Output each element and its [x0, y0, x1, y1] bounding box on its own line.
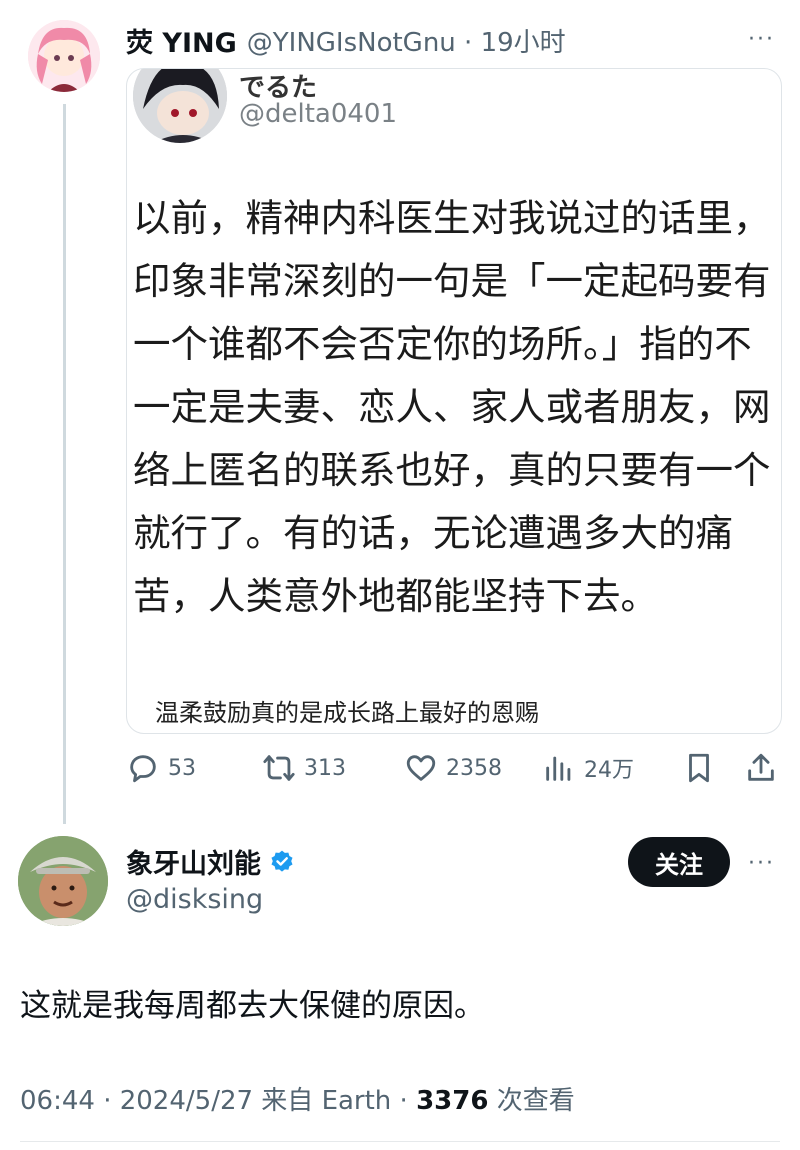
- verified-icon: [271, 850, 293, 872]
- like-count: 2358: [446, 755, 502, 781]
- tweet-timestamp-source[interactable]: 06:44 · 2024/5/27 来自 Earth ·: [20, 1086, 416, 1116]
- views-count: 24万: [584, 758, 634, 783]
- follow-button[interactable]: 关注: [628, 837, 730, 887]
- share-button[interactable]: [744, 746, 778, 790]
- share-icon: [748, 753, 774, 781]
- thread-line: [63, 104, 66, 824]
- parent-tweet-header: 荧 YING @YINGIsNotGnu · 19小时: [126, 20, 566, 60]
- embedded-caption: 温柔鼓励真的是成长路上最好的恩赐: [155, 699, 539, 727]
- reply-button[interactable]: 53: [126, 746, 196, 790]
- views-icon: [546, 756, 571, 781]
- main-display-name[interactable]: 象牙山刘能: [126, 842, 261, 881]
- parent-handle-time[interactable]: @YINGIsNotGnu · 19小时: [247, 22, 566, 59]
- more-icon[interactable]: ···: [748, 27, 775, 52]
- view-suffix: 次查看: [488, 1086, 575, 1116]
- reply-count: 53: [168, 755, 196, 781]
- avatar[interactable]: [18, 836, 108, 926]
- main-tweet-text: 这就是我每周都去大保健的原因。: [20, 988, 485, 1024]
- reply-icon: [130, 755, 156, 783]
- avatar[interactable]: [28, 20, 100, 92]
- embedded-tweet-text: 以前，精神内科医生对我说过的话里，印象非常深刻的一句是「一定起码要有一个谁都不会…: [133, 196, 771, 618]
- retweet-button[interactable]: 313: [262, 746, 346, 790]
- embedded-avatar: [133, 69, 227, 143]
- bookmark-button[interactable]: [682, 746, 716, 790]
- view-count: 3376: [416, 1086, 489, 1116]
- parent-display-name[interactable]: 荧 YING: [126, 21, 237, 60]
- views-button[interactable]: 24万: [542, 746, 634, 790]
- embedded-screenshot[interactable]: でるた @delta0401 以前，精神内科医生对我说过的话里，印象非常深刻的一…: [126, 68, 782, 734]
- bookmark-icon: [689, 753, 709, 783]
- retweet-icon: [263, 755, 295, 781]
- embedded-handle: @delta0401: [239, 99, 398, 129]
- tweet-meta: 06:44 · 2024/5/27 来自 Earth · 3376 次查看: [20, 1080, 575, 1117]
- like-icon: [406, 755, 436, 781]
- more-icon[interactable]: ···: [748, 851, 775, 876]
- main-display-name-row: 象牙山刘能: [126, 842, 295, 881]
- retweet-count: 313: [304, 755, 346, 781]
- divider: [20, 1141, 780, 1142]
- like-button[interactable]: 2358: [404, 746, 502, 790]
- tweet-action-bar: 53 313 2358 24万: [126, 746, 786, 790]
- main-handle[interactable]: @disksing: [126, 884, 263, 915]
